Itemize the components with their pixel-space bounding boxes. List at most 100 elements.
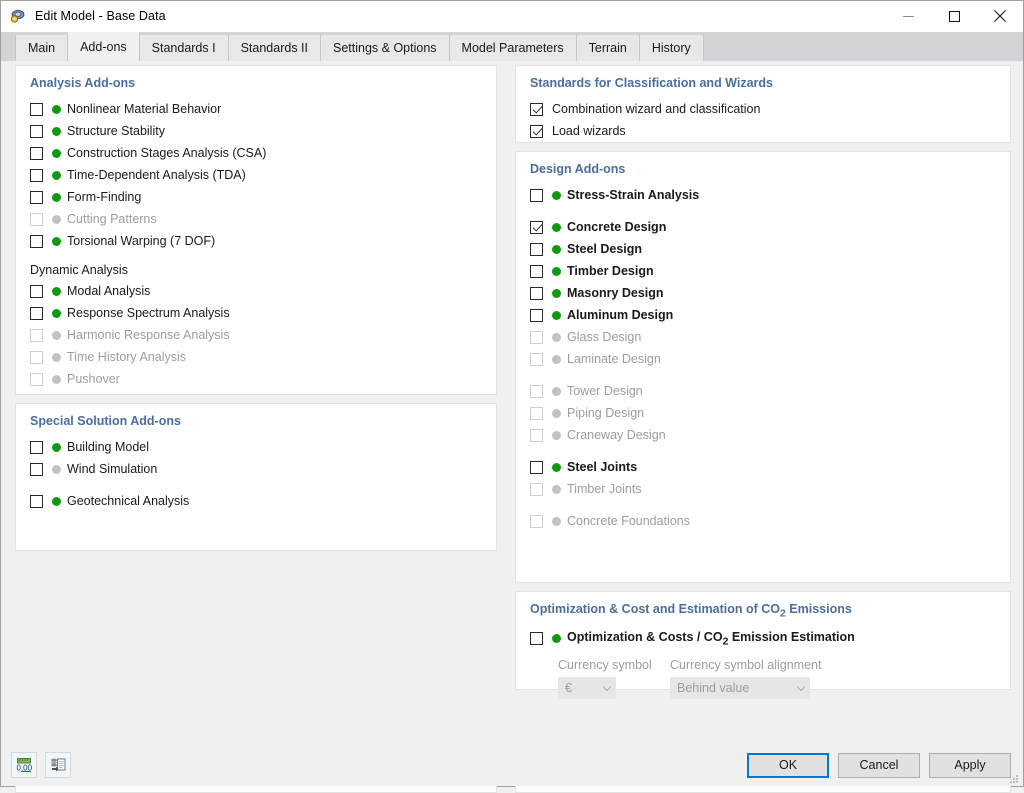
optimization-title: Optimization & Cost and Estimation of CO…: [516, 600, 1010, 628]
status-dot-green: [552, 222, 561, 232]
checkbox[interactable]: [530, 242, 543, 256]
currency-alignment-value: Behind value: [677, 680, 750, 695]
addon-row[interactable]: Timber Design: [516, 260, 1010, 282]
addon-row[interactable]: Combination wizard and classification: [516, 98, 1010, 120]
currency-symbol-select[interactable]: €: [558, 676, 616, 699]
addon-label: Stress-Strain Analysis: [567, 188, 700, 202]
addon-row: Tower Design: [516, 380, 1010, 402]
checkbox[interactable]: [530, 460, 543, 474]
addon-label: Craneway Design: [567, 428, 666, 442]
addon-label: Tower Design: [567, 384, 643, 398]
maximize-icon[interactable]: [931, 0, 977, 32]
checkbox[interactable]: [30, 190, 43, 204]
addon-row[interactable]: Form-Finding: [16, 186, 496, 208]
checkbox[interactable]: [530, 102, 543, 116]
apply-button[interactable]: Apply: [929, 752, 1011, 778]
design-addons-list: Stress-Strain Analysis Concrete Design Ste…: [516, 184, 1010, 532]
addon-label: Aluminum Design: [567, 308, 674, 322]
checkbox: [530, 428, 543, 442]
checkbox[interactable]: [30, 124, 43, 138]
dynamic-analysis-list: Modal Analysis Response Spectrum Analysis…: [16, 280, 496, 390]
checkbox[interactable]: [530, 124, 543, 138]
addon-label: Form-Finding: [67, 190, 142, 204]
checkbox[interactable]: [30, 234, 43, 248]
checkbox[interactable]: [30, 102, 43, 116]
checkbox[interactable]: [30, 440, 43, 454]
addon-label: Load wizards: [552, 124, 626, 138]
optimization-checkbox[interactable]: [530, 632, 543, 645]
addon-row[interactable]: Time-Dependent Analysis (TDA): [16, 164, 496, 186]
checkbox: [530, 406, 543, 420]
status-dot-gray: [552, 430, 561, 440]
addon-row[interactable]: Nonlinear Material Behavior: [16, 98, 496, 120]
addon-row: Harmonic Response Analysis: [16, 324, 496, 346]
dialog-content: Analysis Add-ons Nonlinear Material Beha…: [1, 61, 1023, 793]
optimization-checkbox-row[interactable]: Optimization & Costs / CO2 Emission Esti…: [516, 628, 1010, 650]
checkbox[interactable]: [30, 306, 43, 320]
addon-row[interactable]: Building Model: [16, 436, 496, 458]
tab-settings-options[interactable]: Settings & Options: [321, 35, 450, 61]
status-dot-gray: [552, 386, 561, 396]
addon-row[interactable]: Response Spectrum Analysis: [16, 302, 496, 324]
addon-label: Wind Simulation: [67, 462, 158, 476]
tab-standards-ii[interactable]: Standards II: [228, 35, 321, 61]
currency-alignment-field: Currency symbol alignment Behind value: [670, 658, 830, 699]
addon-label: Combination wizard and classification: [552, 102, 761, 116]
addon-row[interactable]: Concrete Design: [516, 216, 1010, 238]
currency-symbol-value: €: [565, 680, 572, 695]
addon-row[interactable]: Aluminum Design: [516, 304, 1010, 326]
tab-model-parameters[interactable]: Model Parameters: [449, 35, 577, 61]
addon-label: Time History Analysis: [67, 350, 187, 364]
addon-label: Torsional Warping (7 DOF): [67, 234, 216, 248]
checkbox: [530, 514, 543, 528]
addon-row: Glass Design: [516, 326, 1010, 348]
checkbox[interactable]: [30, 168, 43, 182]
checkbox: [530, 352, 543, 366]
addon-row[interactable]: Steel Joints: [516, 456, 1010, 478]
addon-row[interactable]: Torsional Warping (7 DOF): [16, 230, 496, 252]
addon-row[interactable]: Construction Stages Analysis (CSA): [16, 142, 496, 164]
export-template-icon[interactable]: [45, 752, 71, 778]
checkbox[interactable]: [30, 494, 43, 508]
minimize-icon[interactable]: [885, 0, 931, 32]
addon-row: Craneway Design: [516, 424, 1010, 446]
addon-row[interactable]: Structure Stability: [16, 120, 496, 142]
units-00-icon[interactable]: 0,00: [11, 752, 37, 778]
status-dot-gray: [552, 484, 561, 494]
tab-add-ons[interactable]: Add-ons: [68, 32, 140, 61]
tab-terrain[interactable]: Terrain: [576, 35, 640, 61]
addon-row[interactable]: Steel Design: [516, 238, 1010, 260]
checkbox[interactable]: [530, 220, 543, 234]
tab-main[interactable]: Main: [15, 35, 69, 61]
analysis-addons-panel: Analysis Add-ons Nonlinear Material Beha…: [15, 65, 497, 395]
checkbox[interactable]: [530, 264, 543, 278]
addon-row[interactable]: Stress-Strain Analysis: [516, 184, 1010, 206]
addon-row: Pushover: [16, 368, 496, 390]
standards-wizards-list: Combination wizard and classification Loa…: [516, 98, 1010, 142]
addon-row[interactable]: Load wizards: [516, 120, 1010, 142]
resize-grip[interactable]: [1008, 772, 1020, 784]
checkbox[interactable]: [530, 286, 543, 300]
tab-standards-i[interactable]: Standards I: [139, 35, 229, 61]
tab-history[interactable]: History: [639, 35, 704, 61]
checkbox[interactable]: [30, 462, 43, 476]
close-icon[interactable]: [977, 0, 1023, 32]
checkbox[interactable]: [30, 146, 43, 160]
optimization-panel: Optimization & Cost and Estimation of CO…: [515, 591, 1011, 699]
design-addons-title: Design Add-ons: [530, 162, 626, 176]
addon-row: Cutting Patterns: [16, 208, 496, 230]
cancel-button[interactable]: Cancel: [838, 752, 920, 778]
addon-row[interactable]: Wind Simulation: [16, 458, 496, 480]
checkbox[interactable]: [530, 308, 543, 322]
addon-row[interactable]: Masonry Design: [516, 282, 1010, 304]
ok-button[interactable]: OK: [747, 752, 829, 778]
addon-row[interactable]: Modal Analysis: [16, 280, 496, 302]
addon-row[interactable]: Geotechnical Analysis: [16, 490, 496, 512]
addon-label: Harmonic Response Analysis: [67, 328, 230, 342]
addon-label: Time-Dependent Analysis (TDA): [67, 168, 246, 182]
status-dot-gray: [552, 516, 561, 526]
checkbox[interactable]: [530, 188, 543, 202]
checkbox: [530, 330, 543, 344]
currency-alignment-select[interactable]: Behind value: [670, 676, 810, 699]
checkbox[interactable]: [30, 284, 43, 298]
